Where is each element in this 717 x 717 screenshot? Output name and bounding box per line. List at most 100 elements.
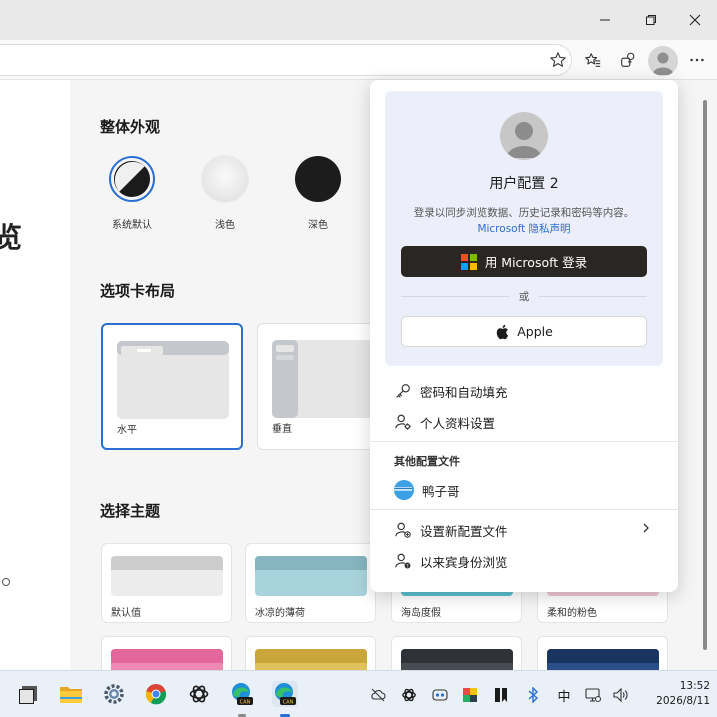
- apple-signin-button[interactable]: Apple: [401, 316, 647, 347]
- dark-swatch: [295, 156, 341, 202]
- minimize-button[interactable]: [582, 0, 628, 40]
- color-grid-icon: [463, 688, 477, 702]
- collections-button[interactable]: [614, 46, 642, 74]
- chevron-right-icon: [643, 523, 649, 533]
- person-question-icon: ?: [395, 553, 411, 569]
- profile-settings-label: 个人资料设置: [420, 415, 496, 431]
- cloud-off-icon: [371, 688, 386, 702]
- folder-icon: [60, 687, 82, 703]
- restore-button[interactable]: [628, 0, 674, 40]
- settings-app-button[interactable]: [101, 681, 127, 707]
- address-bar[interactable]: [0, 44, 572, 76]
- svg-text:CAN: CAN: [240, 700, 251, 706]
- edge-can-active-button[interactable]: CAN: [272, 681, 298, 707]
- title-bar: [0, 0, 717, 40]
- guest-browse-item[interactable]: ? 以来宾身份浏览: [394, 548, 508, 574]
- apple-icon: [496, 324, 509, 339]
- theme-label: 默认值: [111, 608, 141, 619]
- favorite-star-button[interactable]: [544, 46, 572, 74]
- guest-browse-label: 以来宾身份浏览: [420, 554, 508, 570]
- privacy-link[interactable]: Microsoft 隐私声明: [385, 221, 663, 236]
- passwords-label: 密码和自动填充: [420, 384, 508, 400]
- appearance-dark[interactable]: 深色: [287, 156, 349, 231]
- key-icon: [396, 384, 410, 398]
- profile-avatar: [500, 112, 548, 160]
- profile-button[interactable]: [648, 46, 678, 76]
- clock-time: 13:52: [679, 680, 710, 692]
- chrome-icon: [145, 684, 167, 705]
- microsoft-signin-button[interactable]: 用 Microsoft 登录: [401, 246, 647, 277]
- favorites-button[interactable]: [579, 46, 607, 74]
- setup-new-profile-label: 设置新配置文件: [420, 523, 508, 539]
- tray-bookmark-app[interactable]: [492, 686, 510, 704]
- theme-label: 冰凉的薄荷: [255, 608, 305, 619]
- theme-card[interactable]: 默认值: [101, 543, 232, 623]
- close-button[interactable]: [672, 0, 717, 40]
- tray-app-icon: [432, 689, 448, 701]
- theme-title: 选择主题: [100, 502, 161, 520]
- sync-description: 登录以同步浏览数据、历史记录和密码等内容。: [413, 207, 635, 219]
- ime-label: 中: [557, 689, 571, 705]
- appearance-system[interactable]: 系统默认: [101, 156, 163, 231]
- setup-new-profile-item[interactable]: 设置新配置文件: [394, 517, 508, 543]
- page-scrollbar[interactable]: [703, 100, 707, 650]
- person-gear-icon: [395, 414, 411, 430]
- divider: [370, 441, 678, 442]
- edge-can-icon-2: CAN: [275, 683, 296, 706]
- light-swatch: [202, 156, 248, 202]
- tray-color-app[interactable]: [461, 686, 479, 704]
- file-explorer-button[interactable]: [58, 681, 84, 707]
- chatgpt-button[interactable]: [186, 681, 212, 707]
- other-profile-item[interactable]: 鸭子哥: [394, 477, 460, 503]
- tray-app[interactable]: [431, 686, 449, 704]
- layout-vertical-card[interactable]: 垂直: [257, 323, 376, 450]
- collections-icon: [621, 52, 635, 67]
- theme-card[interactable]: 冰凉的薄荷: [245, 543, 376, 623]
- settings-gear-icon: [104, 684, 124, 704]
- or-label: 或: [509, 289, 539, 304]
- layout-label: 垂直: [272, 424, 292, 435]
- appearance-label: 深色: [308, 220, 328, 231]
- tray-ime[interactable]: 中: [555, 686, 573, 705]
- bookmark-app-icon: [495, 688, 507, 702]
- theme-label: 柔和的粉色: [547, 608, 597, 619]
- tray-bluetooth[interactable]: [524, 686, 542, 704]
- tab-layout-title: 选项卡布局: [100, 282, 176, 300]
- microsoft-logo-icon: [460, 253, 477, 270]
- microsoft-signin-label: 用 Microsoft 登录: [484, 255, 588, 270]
- tray-cloud-off[interactable]: [369, 686, 387, 704]
- passwords-autofill-item[interactable]: 密码和自动填充: [394, 378, 508, 404]
- person-add-icon: [395, 522, 411, 538]
- profile-panel: 用户配置 2 登录以同步浏览数据、历史记录和密码等内容。 Microsoft 隐…: [385, 91, 663, 366]
- horizontal-layout-preview: [117, 341, 229, 419]
- chrome-button[interactable]: [143, 681, 169, 707]
- profile-settings-item[interactable]: 个人资料设置: [394, 409, 495, 435]
- layout-horizontal-card[interactable]: 水平: [101, 323, 243, 450]
- svg-text:CAN: CAN: [283, 700, 294, 706]
- browser-toolbar: [0, 40, 717, 80]
- chatgpt-icon: [189, 685, 209, 703]
- other-profiles-title: 其他配置文件: [394, 455, 460, 468]
- edge-can-button[interactable]: CAN: [229, 681, 255, 707]
- volume-icon: [613, 687, 628, 703]
- star-icon: [550, 52, 566, 67]
- appearance-label: 浅色: [215, 220, 235, 231]
- radio-fragment[interactable]: [2, 578, 10, 586]
- tray-network[interactable]: [584, 686, 602, 704]
- desktop-button[interactable]: [15, 681, 41, 707]
- appearance-light[interactable]: 浅色: [194, 156, 256, 231]
- profile-flyout: 用户配置 2 登录以同步浏览数据、历史记录和密码等内容。 Microsoft 隐…: [370, 80, 678, 592]
- more-icon: [690, 58, 704, 62]
- taskbar-clock[interactable]: 13:52 2026/8/11: [642, 679, 710, 709]
- desktop-icon: [19, 686, 37, 704]
- theme-label: 海岛度假: [401, 608, 441, 619]
- more-button[interactable]: [683, 46, 711, 74]
- appearance-label: 系统默认: [112, 220, 152, 231]
- bluetooth-icon: [528, 687, 539, 703]
- tray-volume[interactable]: [612, 686, 630, 704]
- tray-chatgpt[interactable]: [400, 686, 418, 704]
- chatgpt-tray-icon: [402, 688, 416, 702]
- profile-icon: [652, 52, 674, 75]
- taskbar: CAN CAN 中 13:52 2026/8/11: [0, 670, 717, 717]
- apple-signin-label: Apple: [517, 324, 553, 339]
